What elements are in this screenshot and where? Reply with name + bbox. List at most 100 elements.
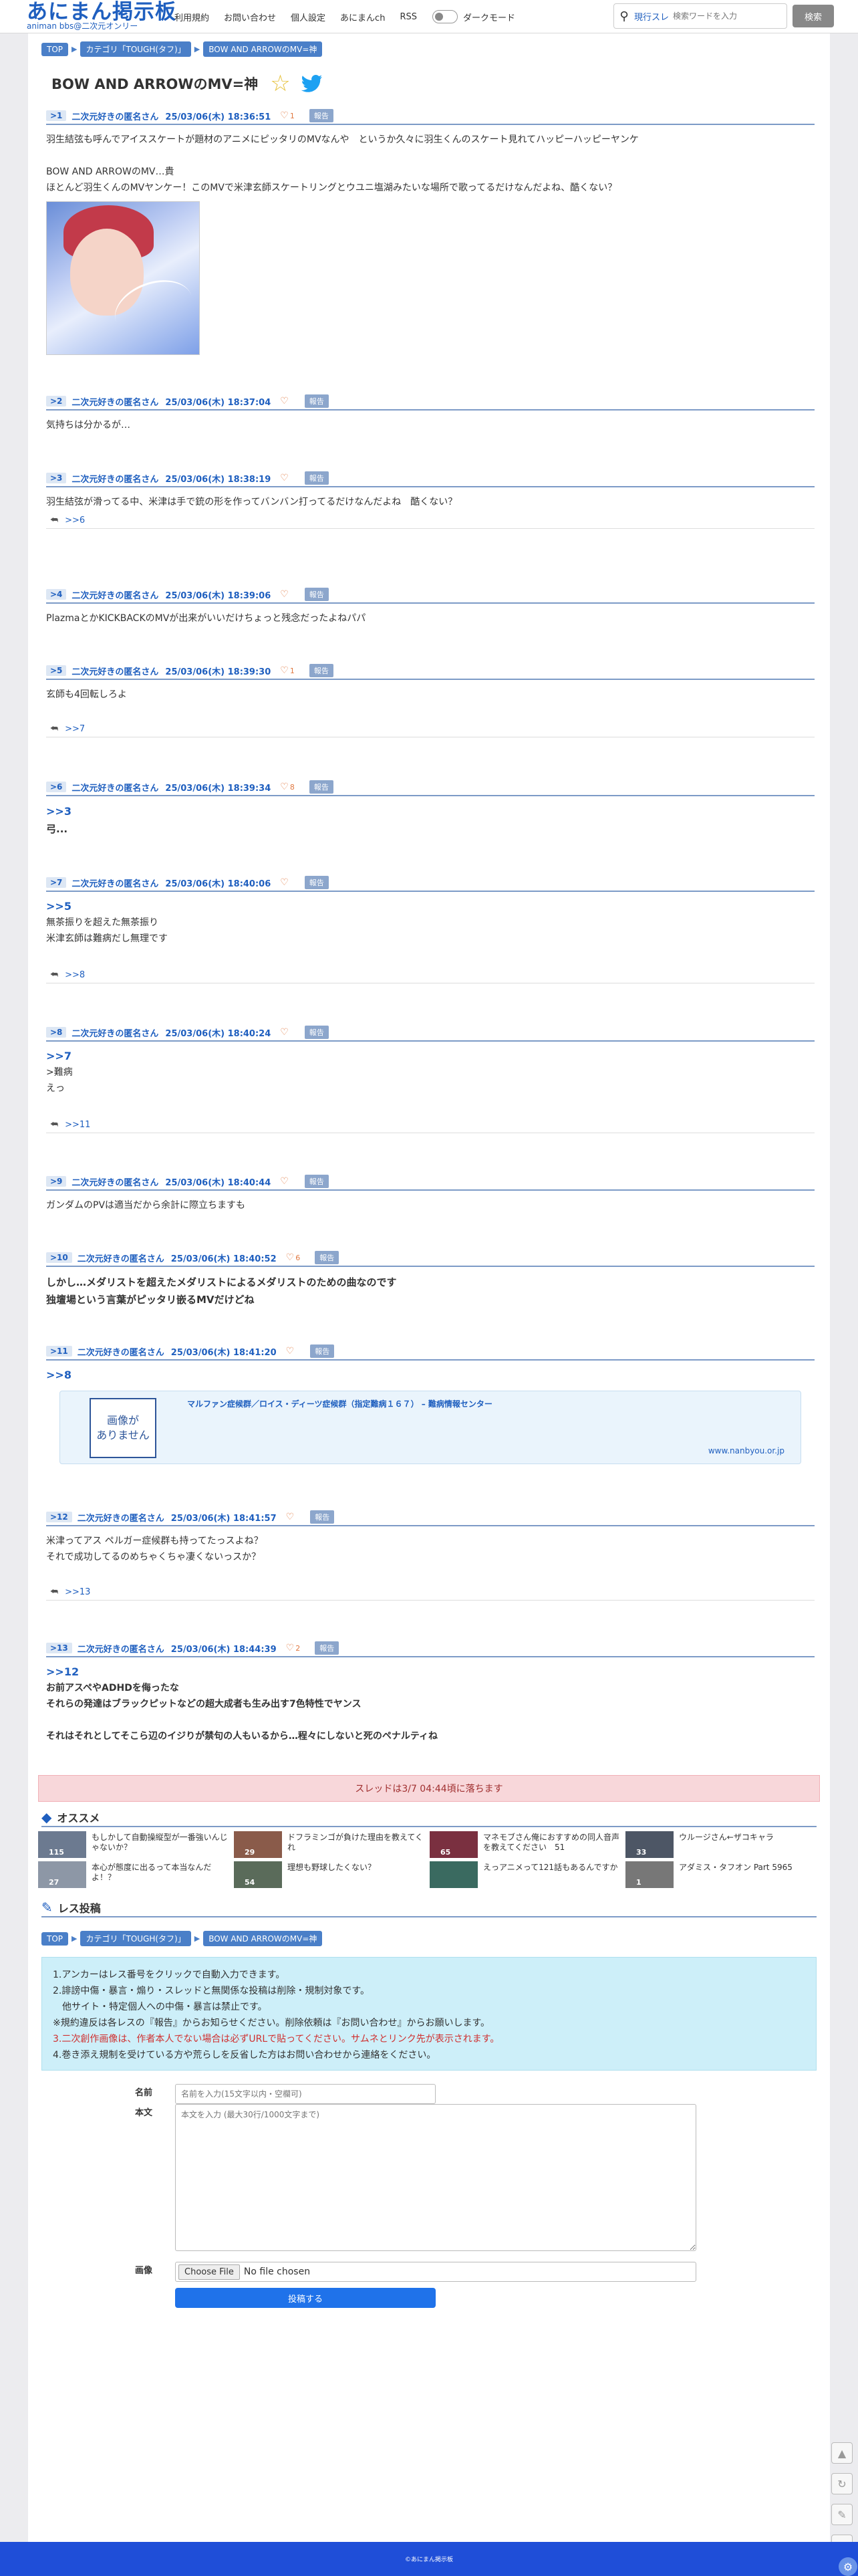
recommend-title-link[interactable]: 理想も野球したくない？ [287, 1863, 424, 1873]
recommend-item[interactable]: 27 本心が態度に出るって本当なんだよ！？ [38, 1861, 229, 1888]
post-number[interactable]: >9 [46, 1176, 67, 1187]
search-box[interactable]: ⚲ 現行スレ [613, 3, 787, 29]
reply-link[interactable]: >>8 [65, 970, 85, 980]
recommend-item[interactable]: 33 ウルージさん←ザコキャラ [625, 1831, 816, 1858]
report-button[interactable]: 報告 [310, 1344, 335, 1358]
recommend-title-link[interactable]: 本心が態度に出るって本当なんだよ！？ [92, 1863, 229, 1883]
report-button[interactable]: 報告 [309, 109, 333, 122]
like-heart-icon[interactable]: ♡ [280, 782, 289, 792]
breadcrumb-category[interactable]: カテゴリ「TOUGH(タフ)」 [80, 41, 191, 57]
anchor-link[interactable]: >>5 [46, 899, 815, 915]
post-number[interactable]: >11 [46, 1346, 72, 1357]
recommend-title-link[interactable]: アダミス・タフオン Part 5965 [679, 1863, 816, 1873]
name-input[interactable] [175, 2084, 436, 2104]
recommend-thumbnail[interactable]: 29 [234, 1831, 282, 1858]
post-number[interactable]: >12 [46, 1512, 72, 1522]
reply-link[interactable]: >>6 [65, 515, 85, 525]
report-button[interactable]: 報告 [304, 1175, 329, 1188]
like-heart-icon[interactable]: ♡ [280, 110, 289, 121]
anchor-link[interactable]: >>8 [46, 1367, 815, 1383]
breadcrumb-thread[interactable]: BOW AND ARROWのMV=神 [203, 1931, 323, 1946]
recommend-thumbnail[interactable]: 115 [38, 1831, 86, 1858]
post-number[interactable]: >7 [46, 877, 67, 888]
recommend-item[interactable]: 65 マネモブさん俺におすすめの同人音声を教えてください 51 [430, 1831, 620, 1858]
like-heart-icon[interactable]: ♡ [280, 1027, 289, 1038]
recommend-thumbnail[interactable]: 65 [430, 1831, 478, 1858]
like-heart-icon[interactable]: ♡ [280, 396, 289, 406]
breadcrumb-category[interactable]: カテゴリ「TOUGH(タフ)」 [80, 1931, 191, 1946]
like-heart-icon[interactable]: ♡ [280, 877, 289, 888]
nav-animanch[interactable]: あにまんch [340, 11, 385, 23]
breadcrumb-thread[interactable]: BOW AND ARROWのMV=神 [203, 41, 323, 57]
recommend-thumbnail[interactable]: 33 [625, 1831, 674, 1858]
link-preview-card[interactable]: 画像が ありません マルファン症候群／ロイス・ディーツ症候群（指定難病１６７） … [59, 1391, 801, 1464]
site-logo[interactable]: あにまん掲示板 animan bbs@二次元オンリー [27, 1, 176, 33]
link-url[interactable]: www.nanbyou.or.jp [708, 1446, 784, 1455]
report-button[interactable]: 報告 [315, 1251, 339, 1264]
report-button[interactable]: 報告 [309, 780, 333, 794]
recommend-item[interactable]: 1 アダミス・タフオン Part 5965 [625, 1861, 816, 1888]
like-heart-icon[interactable]: ♡ [280, 1176, 289, 1187]
like-heart-icon[interactable]: ♡ [286, 1252, 295, 1263]
reload-icon[interactable]: ↻ [831, 2473, 853, 2494]
scroll-top-icon[interactable]: ▲ [831, 2442, 853, 2464]
recommend-thumbnail[interactable]: 54 [234, 1861, 282, 1888]
recommend-item[interactable]: えっアニメって121話もあるんですか [430, 1861, 620, 1888]
file-input[interactable]: Choose File No file chosen [175, 2262, 696, 2282]
report-button[interactable]: 報告 [315, 1641, 339, 1655]
post-number[interactable]: >5 [46, 665, 67, 676]
post-number[interactable]: >6 [46, 782, 67, 792]
post-number[interactable]: >4 [46, 589, 67, 600]
post-number[interactable]: >13 [46, 1643, 72, 1653]
post-number[interactable]: >10 [46, 1252, 72, 1263]
edit-icon[interactable]: ✎ [831, 2504, 853, 2525]
report-button[interactable]: 報告 [304, 471, 329, 485]
search-button[interactable]: 検索 [793, 5, 834, 27]
recommend-item[interactable]: 115 もしかして自動操縦型が一番強いんじゃないか？ [38, 1831, 229, 1858]
anchor-link[interactable]: >>7 [46, 1048, 815, 1064]
search-mode-select[interactable]: 現行スレ [634, 10, 669, 23]
post-number[interactable]: >2 [46, 396, 67, 406]
recommend-title-link[interactable]: もしかして自動操縦型が一番強いんじゃないか？ [92, 1833, 229, 1853]
breadcrumb-top[interactable]: TOP [41, 42, 69, 56]
post-number[interactable]: >3 [46, 473, 67, 483]
like-heart-icon[interactable]: ♡ [286, 1346, 295, 1357]
like-heart-icon[interactable]: ♡ [286, 1512, 295, 1522]
nav-terms[interactable]: 利用規約 [174, 11, 209, 23]
post-image[interactable] [46, 201, 200, 355]
anchor-link[interactable]: >>3 [46, 803, 815, 820]
like-heart-icon[interactable]: ♡ [286, 1643, 295, 1653]
report-button[interactable]: 報告 [304, 394, 329, 408]
report-button[interactable]: 報告 [309, 664, 333, 677]
nav-rss[interactable]: RSS [400, 12, 417, 22]
like-heart-icon[interactable]: ♡ [280, 589, 289, 600]
anchor-link[interactable]: >>12 [46, 1664, 815, 1680]
twitter-share-icon[interactable] [301, 75, 323, 92]
nav-personal-settings[interactable]: 個人設定 [291, 11, 325, 23]
choose-file-button[interactable]: Choose File [178, 2264, 240, 2280]
post-number[interactable]: >1 [46, 110, 67, 121]
dark-mode-toggle[interactable]: ダークモード [432, 10, 515, 23]
reply-link[interactable]: >>7 [65, 724, 85, 734]
logo-title[interactable]: あにまん掲示板 [27, 1, 176, 23]
breadcrumb-top[interactable]: TOP [41, 1931, 69, 1946]
post-number[interactable]: >8 [46, 1027, 67, 1038]
report-button[interactable]: 報告 [304, 588, 329, 601]
gear-icon[interactable]: ⚙ [839, 2557, 857, 2576]
nav-contact[interactable]: お問い合わせ [224, 11, 276, 23]
search-input[interactable] [673, 11, 774, 21]
recommend-thumbnail[interactable]: 1 [625, 1861, 674, 1888]
toggle-switch[interactable] [432, 10, 458, 23]
like-heart-icon[interactable]: ♡ [280, 665, 289, 676]
like-heart-icon[interactable]: ♡ [280, 473, 289, 483]
report-button[interactable]: 報告 [304, 1026, 329, 1039]
recommend-title-link[interactable]: ウルージさん←ザコキャラ [679, 1833, 816, 1843]
reply-link[interactable]: >>13 [65, 1587, 90, 1597]
link-title[interactable]: マルファン症候群／ロイス・ディーツ症候群（指定難病１６７） – 難病情報センター [187, 1398, 492, 1409]
recommend-thumbnail[interactable] [430, 1861, 478, 1888]
submit-post-button[interactable]: 投稿する [175, 2288, 436, 2308]
reply-link[interactable]: >>11 [65, 1120, 90, 1130]
report-button[interactable]: 報告 [304, 876, 329, 889]
body-textarea[interactable] [175, 2104, 696, 2251]
recommend-title-link[interactable]: えっアニメって121話もあるんですか [483, 1863, 620, 1873]
